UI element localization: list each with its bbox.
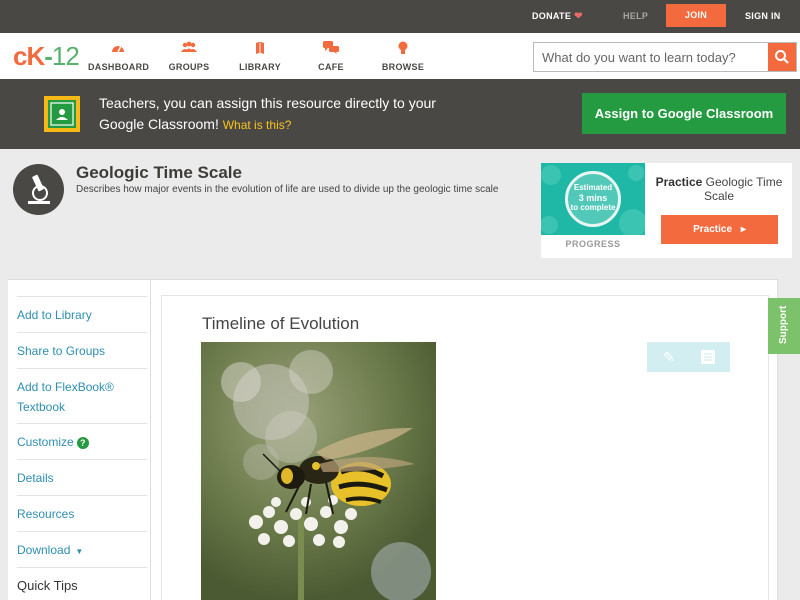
- nav-browse[interactable]: BROWSE: [381, 41, 425, 72]
- join-button[interactable]: JOIN: [666, 4, 726, 27]
- practice-button[interactable]: Practice ▸: [661, 215, 778, 244]
- what-is-this-link[interactable]: What is this?: [223, 118, 292, 132]
- practice-progress-image: Estimated 3 mins to complete: [541, 163, 645, 235]
- customize-link[interactable]: Customize?: [17, 423, 147, 452]
- help-link[interactable]: HELP: [623, 0, 648, 33]
- caret-down-icon: ▼: [75, 547, 84, 556]
- wasp-on-flowers-image: [201, 342, 436, 600]
- search-box: [533, 42, 797, 72]
- google-classroom-message: Teachers, you can assign this resource d…: [99, 93, 459, 136]
- google-classroom-icon: [44, 96, 80, 132]
- resource-description: Describes how major events in the evolut…: [76, 184, 499, 195]
- search-input[interactable]: [534, 43, 769, 71]
- microscope-icon: [13, 164, 64, 215]
- quick-tips-heading: Quick Tips: [17, 567, 147, 596]
- resource-sidebar: Add to Library Share to Groups Add to Fl…: [8, 280, 151, 600]
- practice-card: Estimated 3 mins to complete PROGRESS Pr…: [541, 163, 792, 258]
- nav-groups[interactable]: GROUPS: [165, 41, 213, 72]
- library-icon: [238, 41, 282, 57]
- support-tab[interactable]: Support: [768, 298, 800, 354]
- dashboard-icon: [88, 41, 148, 57]
- add-to-flexbook-link[interactable]: Add to FlexBook® Textbook: [17, 368, 147, 417]
- resource-title: Geologic Time Scale: [76, 163, 242, 182]
- donate-label: DONATE: [532, 11, 572, 21]
- nav-library[interactable]: LIBRARY: [238, 41, 282, 72]
- top-utility-bar: DONATE ❤ HELP JOIN SIGN IN: [0, 0, 800, 33]
- help-icon[interactable]: ?: [76, 437, 89, 449]
- heart-icon: ❤: [574, 11, 583, 22]
- lightbulb-icon: [381, 41, 425, 57]
- nav-dashboard[interactable]: DASHBOARD: [88, 41, 149, 72]
- support-label: Support: [778, 305, 789, 344]
- groups-icon: [165, 41, 213, 57]
- notes-icon[interactable]: [697, 347, 719, 367]
- ck12-logo[interactable]: cK-12: [13, 42, 80, 70]
- add-to-library-link[interactable]: Add to Library: [17, 296, 147, 325]
- chat-bubbles-icon: [316, 41, 346, 57]
- main-navbar: cK-12 DASHBOARD GROUPS LIBRARY CAFE BROW…: [0, 33, 800, 79]
- donate-link[interactable]: DONATE ❤: [532, 0, 583, 33]
- article-tools: ✎: [647, 342, 730, 372]
- pencil-icon[interactable]: ✎: [657, 346, 681, 368]
- share-to-groups-link[interactable]: Share to Groups: [17, 332, 147, 361]
- details-link[interactable]: Details: [17, 459, 147, 488]
- article-title: Timeline of Evolution: [202, 314, 360, 333]
- resources-link[interactable]: Resources: [17, 495, 147, 524]
- search-button[interactable]: [768, 43, 796, 71]
- progress-label: PROGRESS: [565, 239, 621, 249]
- search-icon: [775, 50, 789, 64]
- download-link[interactable]: Download ▼: [17, 531, 147, 562]
- chevron-right-icon: ▸: [740, 224, 746, 235]
- sign-in-link[interactable]: SIGN IN: [745, 0, 781, 33]
- assign-google-classroom-button[interactable]: Assign to Google Classroom: [582, 93, 786, 134]
- nav-cafe[interactable]: CAFE: [316, 41, 346, 72]
- practice-name: Practice Geologic Time Scale: [655, 175, 783, 203]
- estimate-text: Estimated 3 mins to complete: [570, 183, 616, 212]
